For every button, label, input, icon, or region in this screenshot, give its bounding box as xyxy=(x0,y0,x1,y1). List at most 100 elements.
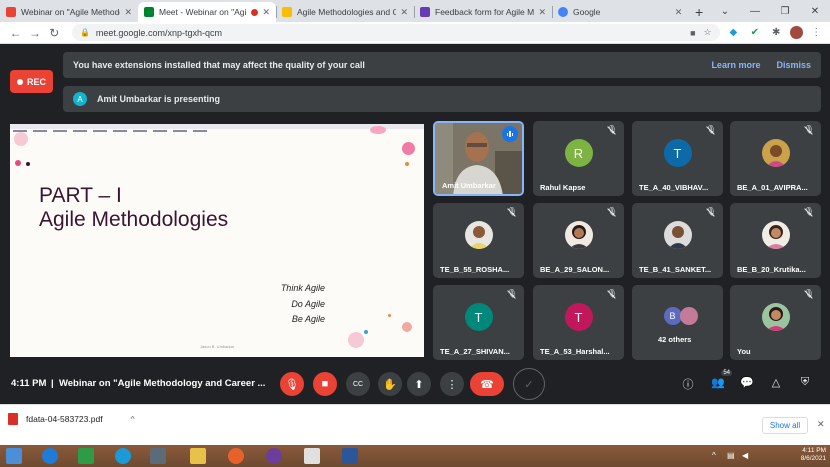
window-controls: ⌄ — ❐ ✕ xyxy=(710,0,830,22)
people-icon[interactable]: 👥 54 xyxy=(710,370,732,392)
system-clock[interactable]: 4:11 PM 8/6/2021 xyxy=(801,447,826,463)
host-controls-icon[interactable]: ⛨ xyxy=(797,376,813,392)
mic-off-icon: 🎙 xyxy=(705,207,716,216)
address-bar[interactable]: 🔒 meet.google.com/xnp-tgxh-qcm ■ ☆ xyxy=(71,24,720,41)
close-icon[interactable]: ✕ xyxy=(538,7,546,18)
menu-icon[interactable]: ⋮ xyxy=(809,26,824,40)
pdf-file-icon xyxy=(8,413,18,425)
profile-avatar[interactable] xyxy=(789,26,803,39)
camera-icon[interactable]: ■ xyxy=(690,28,695,38)
participant-tile[interactable]: 🎙 TE_B_41_SANKET... xyxy=(632,203,723,278)
presenting-text: Amit Umbarkar is presenting xyxy=(97,94,221,104)
ie-icon[interactable] xyxy=(42,448,58,464)
drive-icon xyxy=(282,7,292,17)
tray-arrow-icon[interactable]: ^ xyxy=(712,451,721,460)
participant-tile[interactable]: 🎙 R Rahul Kapse xyxy=(533,121,624,196)
tab-webinar[interactable]: Webinar on "Agile Methodologies" ✕ xyxy=(0,2,138,22)
tab-google[interactable]: Google ✕ xyxy=(552,2,688,22)
mic-toggle-button[interactable]: 🎙 xyxy=(280,372,304,396)
others-photo-avatar xyxy=(680,307,698,325)
others-tile[interactable]: B 42 others xyxy=(632,285,723,360)
start-icon[interactable] xyxy=(6,448,22,464)
participant-tile[interactable]: 🎙 T TE_A_27_SHIVAN... xyxy=(433,285,524,360)
mic-off-icon: 🎙 xyxy=(803,289,814,298)
lock-icon[interactable]: 🔒 xyxy=(80,28,90,37)
checkmark-extension-icon[interactable]: ✔ xyxy=(747,26,762,40)
firefox-icon[interactable] xyxy=(228,448,244,464)
participant-name: BE_A_01_AVIPRA... xyxy=(737,183,808,192)
participant-tile[interactable]: 🎙 T TE_A_53_Harshal... xyxy=(533,285,624,360)
word-icon[interactable] xyxy=(342,448,358,464)
meeting-title-text: Webinar on "Agile Methodology and Career… xyxy=(58,378,266,389)
participant-tile[interactable]: 🎙 TE_B_55_ROSHA... xyxy=(433,203,524,278)
mic-off-icon: 🎙 xyxy=(705,125,716,134)
store-icon[interactable] xyxy=(78,448,94,464)
participant-name: TE_A_40_VIBHAV... xyxy=(639,183,709,192)
close-shelf-icon[interactable]: ✕ xyxy=(817,419,825,430)
meeting-details-icon[interactable]: ⓘ xyxy=(680,376,696,392)
self-tile[interactable]: 🎙 You xyxy=(730,285,821,360)
rec-label: REC xyxy=(26,76,46,87)
tab-drive[interactable]: Agile Methodologies and Career ✕ xyxy=(276,2,414,22)
recording-dot-icon xyxy=(251,8,259,16)
chat-icon[interactable]: 💬 xyxy=(739,376,755,392)
back-icon[interactable]: ← xyxy=(6,26,25,40)
learn-more-link[interactable]: Learn more xyxy=(711,60,760,70)
participant-photo xyxy=(761,303,790,331)
decorative-bubble xyxy=(405,162,409,166)
captions-button[interactable]: CC xyxy=(346,372,370,396)
slide-title-part: PART – I xyxy=(39,184,122,207)
participant-avatar: T xyxy=(464,303,493,331)
clock-date: 8/6/2021 xyxy=(800,455,826,462)
forward-icon[interactable]: → xyxy=(25,26,44,40)
mic-off-icon: 🎙 xyxy=(506,207,517,216)
reload-icon[interactable]: ↻ xyxy=(45,26,64,40)
close-window-icon[interactable]: ✕ xyxy=(800,6,830,17)
close-icon[interactable]: ✕ xyxy=(400,7,408,18)
download-item[interactable]: fdata-04-583723.pdf ^ xyxy=(8,413,135,425)
participant-tile[interactable]: 🎙 BE_A_29_SALON... xyxy=(533,203,624,278)
participant-avatar: T xyxy=(564,303,593,331)
tab-forms[interactable]: Feedback form for Agile Meth ✕ xyxy=(414,2,552,22)
participant-name: Amit Umbarkar xyxy=(442,181,496,190)
raise-hand-button[interactable]: ✋ xyxy=(378,372,402,396)
participant-name: TE_B_55_ROSHA... xyxy=(440,265,510,274)
edge-icon[interactable] xyxy=(115,448,131,464)
present-button[interactable]: ⬆ xyxy=(407,372,431,396)
chevron-up-icon[interactable]: ^ xyxy=(131,414,135,424)
close-icon[interactable]: ✕ xyxy=(262,7,270,18)
vm-icon[interactable] xyxy=(150,448,166,464)
participant-tile[interactable]: 🎙 T TE_A_40_VIBHAV... xyxy=(632,121,723,196)
dismiss-button[interactable]: Dismiss xyxy=(776,60,811,70)
tab-search-icon[interactable]: ⌄ xyxy=(710,6,740,17)
tab-meet[interactable]: Meet - Webinar on "Agile ✕ xyxy=(138,2,276,22)
tagline-do: Do Agile xyxy=(291,298,325,309)
extension-icon[interactable]: ◆ xyxy=(726,26,741,40)
mic-off-icon: 🎙 xyxy=(506,289,517,298)
participant-tile[interactable]: 🎙 BE_B_20_Krutika... xyxy=(730,203,821,278)
minimize-icon[interactable]: — xyxy=(740,6,770,17)
restore-icon[interactable]: ❐ xyxy=(770,6,800,17)
activities-icon[interactable]: △ xyxy=(768,376,784,392)
activity-button[interactable]: ✓ xyxy=(513,368,545,400)
more-options-button[interactable]: ⋮ xyxy=(440,372,464,396)
close-icon[interactable]: ✕ xyxy=(675,7,683,18)
gmail-icon xyxy=(6,7,16,17)
bookmark-star-icon[interactable]: ☆ xyxy=(704,27,712,38)
explorer-icon[interactable] xyxy=(190,448,206,464)
participant-tile[interactable]: 🎙 BE_A_01_AVIPRA... xyxy=(730,121,821,196)
puzzle-icon[interactable]: ✱ xyxy=(769,26,784,40)
participant-tile[interactable]: Amit Umbarkar xyxy=(433,121,524,196)
network-icon[interactable]: ▤ xyxy=(727,451,736,460)
close-icon[interactable]: ✕ xyxy=(124,7,132,18)
volume-icon[interactable]: ◀ xyxy=(742,451,751,460)
tor-icon[interactable] xyxy=(266,448,282,464)
document-icon[interactable] xyxy=(304,448,320,464)
leave-call-button[interactable]: ☎ xyxy=(470,372,504,396)
download-filename: fdata-04-583723.pdf xyxy=(26,414,103,424)
new-tab-button[interactable]: + xyxy=(688,2,710,22)
show-all-button[interactable]: Show all xyxy=(762,417,808,434)
clock-time: 4:11 PM xyxy=(802,447,826,454)
camera-toggle-button[interactable]: ■ xyxy=(313,372,337,396)
presentation-slide[interactable]: PART – I Agile Methodologies Think Agile… xyxy=(10,124,424,357)
